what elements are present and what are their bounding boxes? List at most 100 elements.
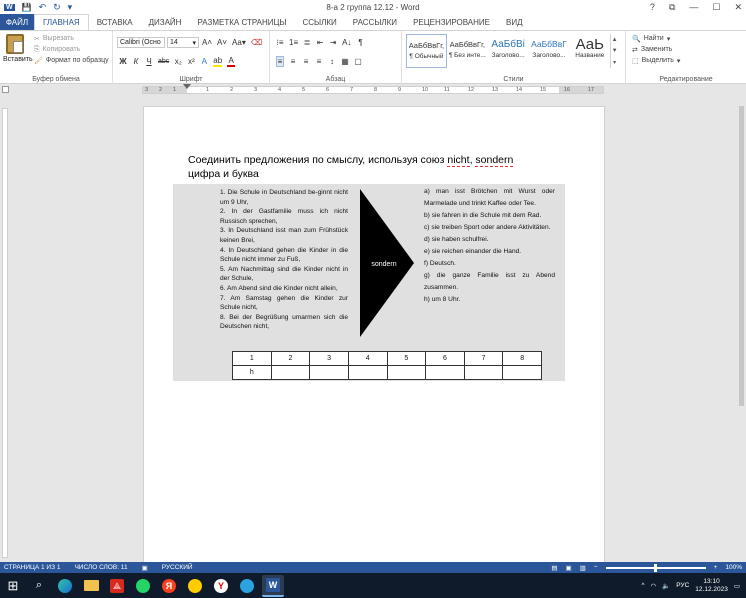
show-marks-button[interactable]: ¶ <box>356 38 364 47</box>
align-left-button[interactable]: ≡ <box>276 55 284 67</box>
ribbon-display-icon[interactable]: ⧉ <box>669 2 675 13</box>
zoom-out-button[interactable]: − <box>594 564 598 571</box>
subscript-button[interactable]: x₂ <box>174 57 182 66</box>
read-mode-icon[interactable]: ▤ <box>551 564 557 572</box>
acrobat-icon[interactable]: ⟁ <box>106 575 128 597</box>
superscript-button[interactable]: x² <box>187 57 195 66</box>
yandex-browser-icon[interactable]: Y <box>210 575 232 597</box>
cut-button[interactable]: ✂ Вырезать <box>34 33 109 44</box>
help-button[interactable]: ? <box>650 2 655 12</box>
increase-indent-button[interactable]: ⇥ <box>329 38 337 47</box>
grow-font-button[interactable]: A˄ <box>202 38 212 47</box>
justify-button[interactable]: ≡ <box>315 57 323 66</box>
close-button[interactable]: ✕ <box>734 2 742 13</box>
style-heading-2[interactable]: АаБбВвГ Заголово... <box>529 34 570 68</box>
tab-view[interactable]: ВИД <box>498 14 531 30</box>
select-button[interactable]: ⬚ Выделить ▾ <box>632 55 680 66</box>
telegram-icon[interactable] <box>236 575 258 597</box>
scroll-down-icon[interactable]: ▼ <box>612 48 618 54</box>
text-effects-button[interactable]: A <box>200 57 208 66</box>
print-layout-icon[interactable]: ▣ <box>565 564 571 572</box>
align-center-button[interactable]: ≡ <box>289 57 297 66</box>
ruler-tab-selector[interactable] <box>2 86 9 93</box>
clock[interactable]: 13:10 12.12.2023 <box>695 578 728 594</box>
language-status[interactable]: РУССКИЙ <box>158 564 193 571</box>
numbering-button[interactable]: 1≡ <box>289 38 298 47</box>
word-count-status[interactable]: ЧИСЛО СЛОВ: 11 <box>70 564 127 571</box>
sort-button[interactable]: A↓ <box>342 38 351 47</box>
tab-design[interactable]: ДИЗАЙН <box>141 14 190 30</box>
maximize-button[interactable]: ☐ <box>712 2 720 13</box>
replace-button[interactable]: ⇄ Заменить <box>632 44 680 55</box>
notifications-icon[interactable]: ▭ <box>734 582 740 590</box>
zoom-in-button[interactable]: + <box>714 564 718 571</box>
align-right-button[interactable]: ≡ <box>302 57 310 66</box>
style-heading-1[interactable]: АаБбВі Заголово... <box>488 34 529 68</box>
font-color-button[interactable]: A <box>227 56 236 67</box>
undo-icon[interactable]: ↶ <box>39 2 47 13</box>
minimize-button[interactable]: — <box>689 2 698 12</box>
document-page[interactable]: Соединить предложения по смыслу, использ… <box>143 106 605 566</box>
zoom-slider-knob[interactable] <box>653 563 657 572</box>
italic-button[interactable]: К <box>132 57 140 66</box>
whatsapp-icon[interactable] <box>132 575 154 597</box>
line-spacing-button[interactable]: ↕ <box>328 57 336 66</box>
vertical-ruler[interactable] <box>0 96 9 562</box>
zoom-slider[interactable] <box>605 563 706 572</box>
file-explorer-icon[interactable] <box>80 575 102 597</box>
web-layout-icon[interactable]: ▥ <box>580 564 586 572</box>
document-body[interactable]: Соединить предложения по смыслу, использ… <box>188 153 514 181</box>
shading-button[interactable]: ▦ <box>341 57 349 66</box>
borders-button[interactable]: ▢ <box>354 57 362 66</box>
horizontal-ruler[interactable]: 3 2 1 1 2 3 4 5 6 7 8 9 10 11 12 13 14 1… <box>0 84 746 96</box>
proofing-icon[interactable]: ▣ <box>138 564 148 572</box>
edge-icon[interactable] <box>54 575 76 597</box>
save-icon[interactable]: 💾 <box>22 3 32 12</box>
windows-start-icon[interactable]: ⊞ <box>2 575 24 597</box>
word-taskbar-icon[interactable]: W <box>262 574 284 597</box>
tab-mailings[interactable]: РАССЫЛКИ <box>345 14 405 30</box>
volume-icon[interactable]: 🔈 <box>662 582 670 590</box>
style-title[interactable]: АаЬ Название <box>569 34 610 68</box>
clear-formatting-button[interactable]: ⌫ <box>251 38 262 47</box>
word-icon[interactable]: W <box>4 3 15 11</box>
tab-home[interactable]: ГЛАВНАЯ <box>34 14 89 30</box>
format-painter-button[interactable]: 🖌 Формат по образцу <box>34 55 109 66</box>
copy-button[interactable]: ⎘ Копировать <box>34 44 109 55</box>
underline-button[interactable]: Ч <box>145 57 153 66</box>
yandex-icon[interactable]: Я <box>158 575 180 597</box>
tab-references[interactable]: ССЫЛКИ <box>295 14 345 30</box>
scrollbar-thumb[interactable] <box>739 106 744 406</box>
tab-file[interactable]: ФАЙЛ <box>0 14 34 30</box>
exercise-image[interactable]: 1. Die Schule in Deutschland be-ginnt ni… <box>173 184 565 381</box>
style-no-spacing[interactable]: АаБбВвГг, ¶ Без инте... <box>447 34 488 68</box>
highlight-button[interactable]: ab <box>213 56 223 67</box>
page-count-status[interactable]: СТРАНИЦА 1 ИЗ 1 <box>0 564 60 571</box>
paste-button[interactable]: Вставить <box>3 34 33 63</box>
bullets-button[interactable]: ⁝≡ <box>276 38 284 47</box>
redo-icon[interactable]: ↻ <box>53 2 61 13</box>
search-icon[interactable]: ⌕ <box>28 575 50 597</box>
zoom-level[interactable]: 100% <box>725 564 742 571</box>
find-button[interactable]: 🔍 Найти ▾ <box>632 33 680 44</box>
tray-overflow-icon[interactable]: ^ <box>641 582 644 589</box>
change-case-button[interactable]: Aa▾ <box>232 38 246 47</box>
font-name-combo[interactable]: Calibri (Осно <box>117 37 165 48</box>
shrink-font-button[interactable]: A˅ <box>217 38 227 47</box>
more-styles-icon[interactable]: ▾ <box>613 59 616 66</box>
network-icon[interactable]: ◠ <box>651 582 657 590</box>
tab-insert[interactable]: ВСТАВКА <box>89 14 141 30</box>
style-normal[interactable]: АаБбВвГг, ¶ Обычный <box>406 34 447 68</box>
bold-button[interactable]: Ж <box>119 57 127 66</box>
styles-scroll[interactable]: ▲ ▼ ▾ <box>610 34 618 68</box>
tab-layout[interactable]: РАЗМЕТКА СТРАНИЦЫ <box>189 14 294 30</box>
strikethrough-button[interactable]: abc <box>158 58 169 65</box>
yandex-app-icon[interactable] <box>184 575 206 597</box>
keyboard-language[interactable]: РУС <box>676 582 689 589</box>
tab-review[interactable]: РЕЦЕНЗИРОВАНИЕ <box>405 14 498 30</box>
customize-qat-icon[interactable]: ▾ <box>68 2 73 13</box>
vertical-scrollbar[interactable] <box>737 96 746 562</box>
multilevel-list-button[interactable]: ≣ <box>303 38 311 47</box>
font-size-combo[interactable]: 14 ▾ <box>167 37 199 48</box>
indent-marker[interactable] <box>183 84 191 89</box>
